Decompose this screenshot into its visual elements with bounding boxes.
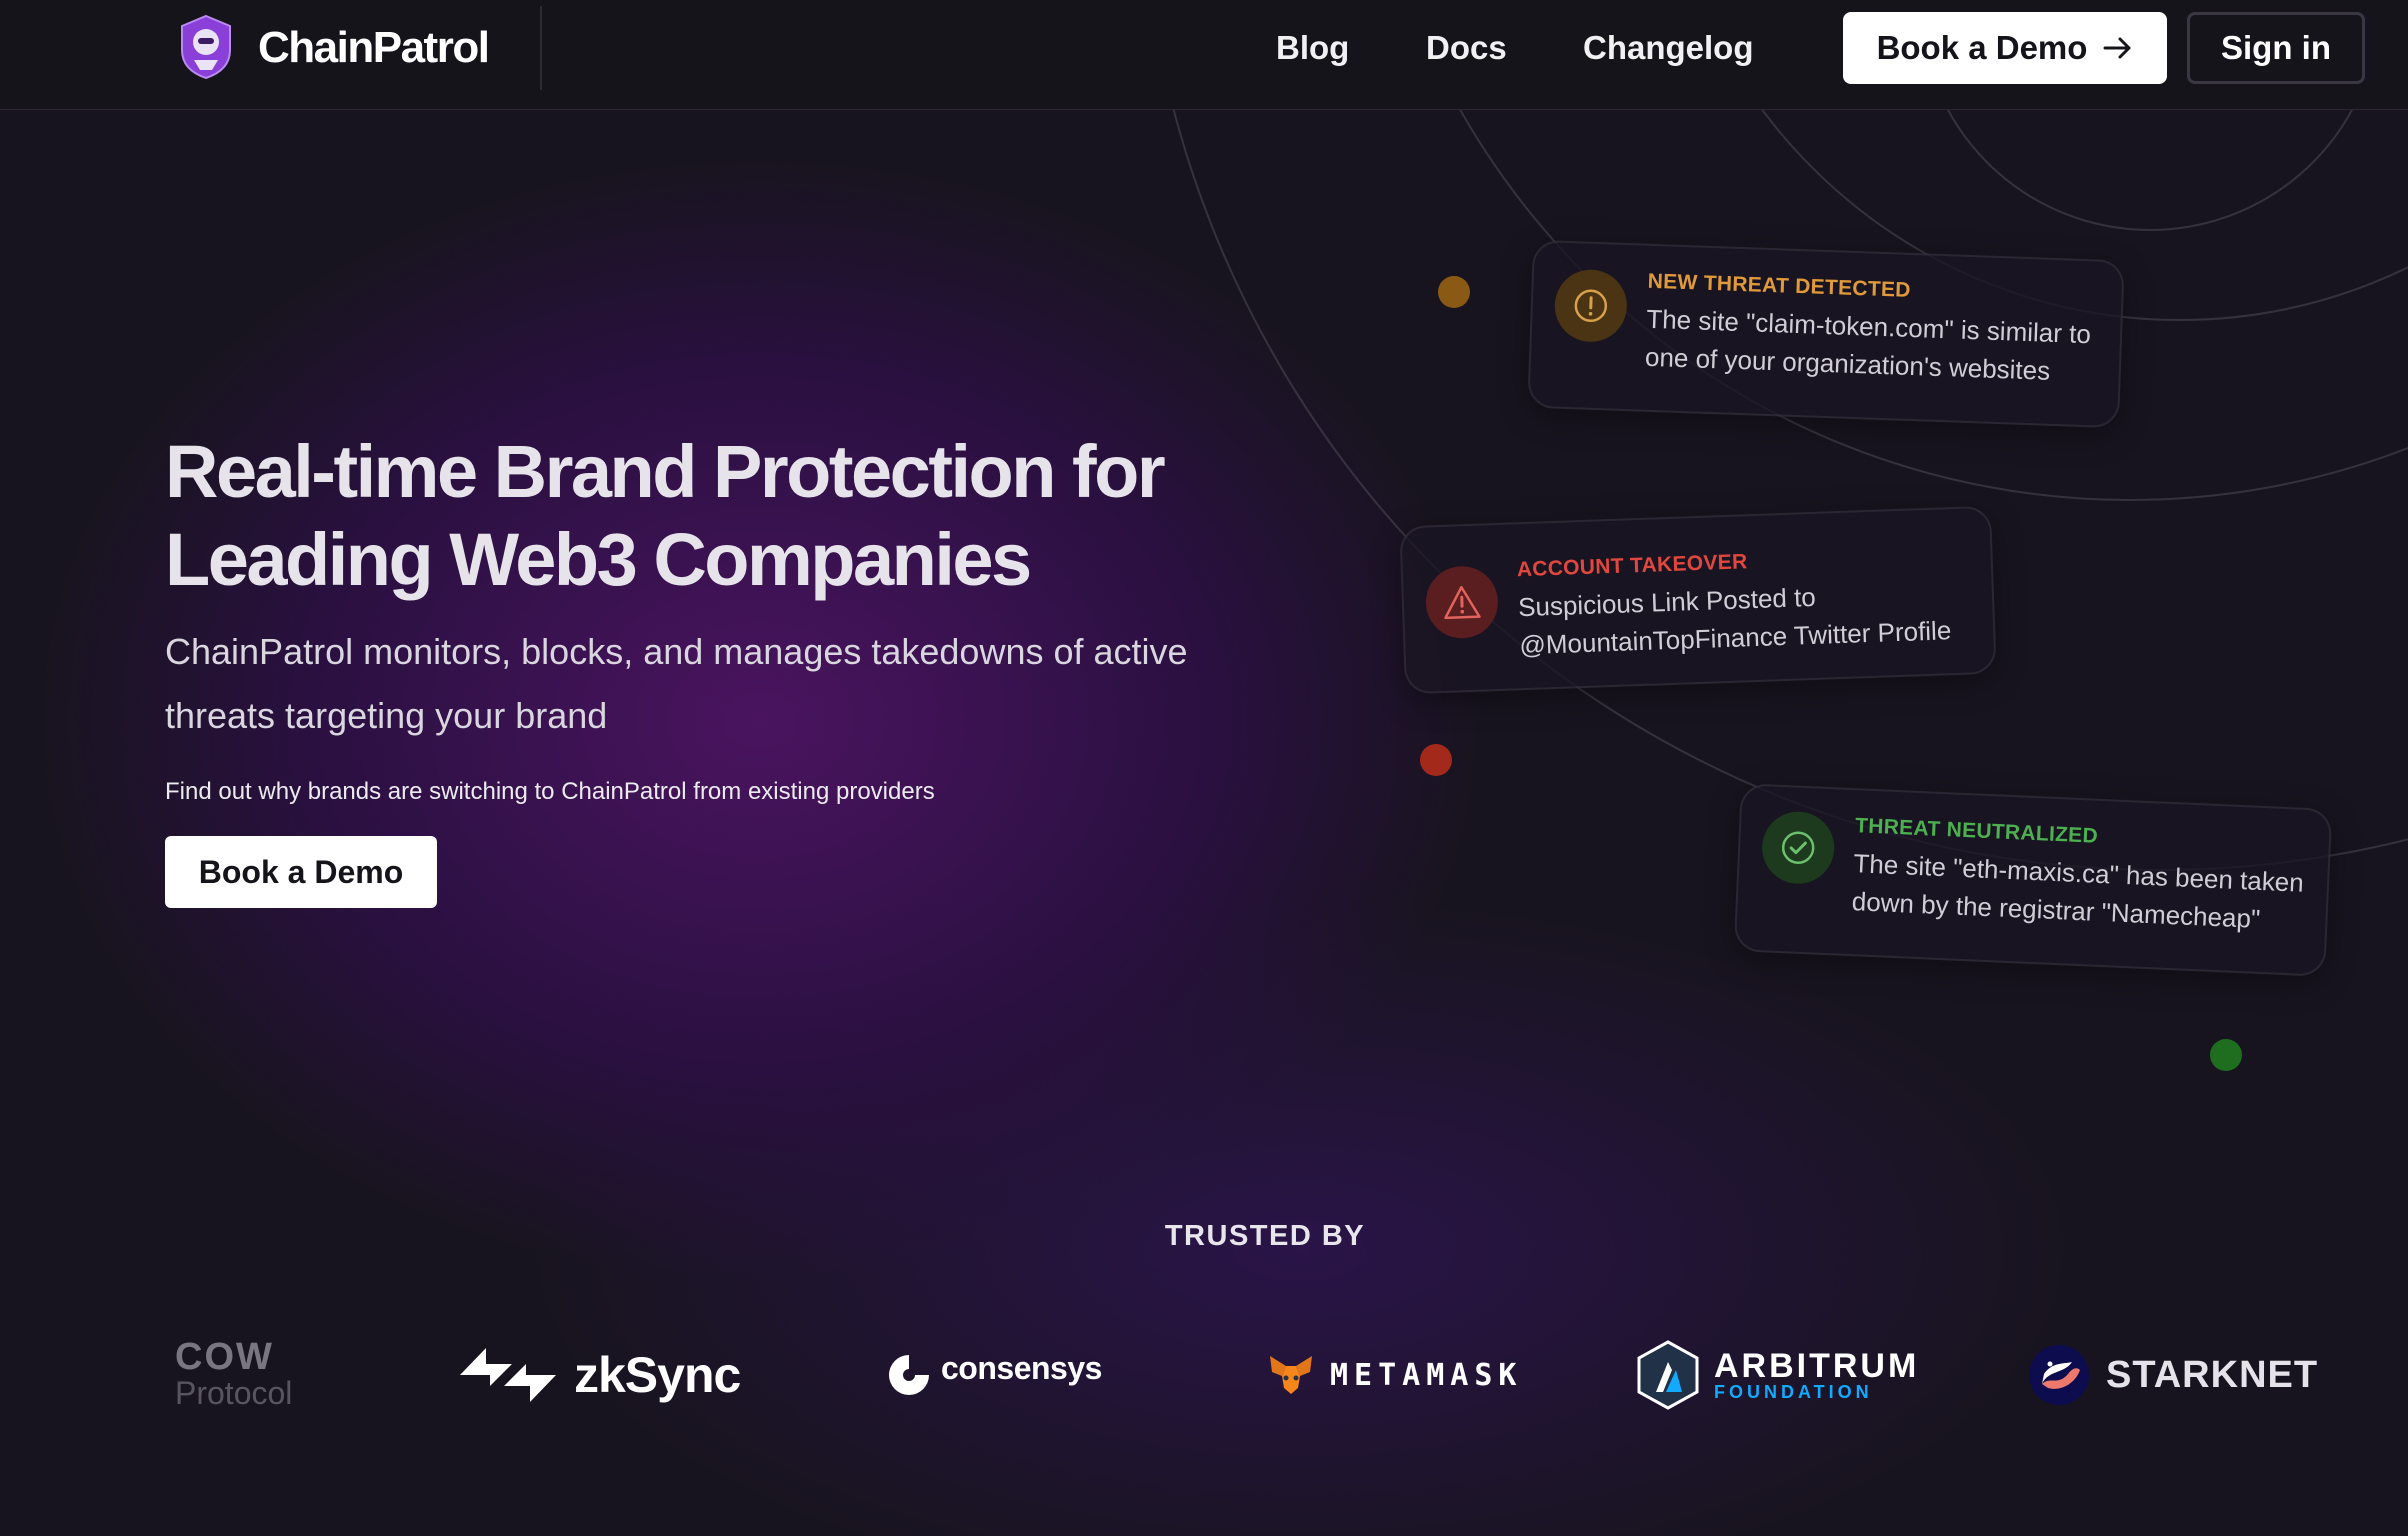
notification-card-threat-neutralized: THREAT NEUTRALIZED The site "eth-maxis.c… bbox=[1733, 783, 2333, 977]
nav-link-docs[interactable]: Docs bbox=[1426, 26, 1507, 70]
card-message: The site "claim-token.com" is similar to… bbox=[1644, 303, 2092, 386]
starknet-logo-text: STARKNET bbox=[2106, 1353, 2319, 1396]
card-tag: ACCOUNT TAKEOVER bbox=[1516, 550, 1748, 582]
check-circle-icon bbox=[1781, 831, 1815, 864]
cow-logo-text: COW bbox=[175, 1336, 274, 1378]
arbitrum-logo-text: ARBITRUM bbox=[1714, 1347, 1920, 1385]
arbitrum-logo-subtext: FOUNDATION bbox=[1714, 1382, 1873, 1402]
card-tag: NEW THREAT DETECTED bbox=[1647, 269, 1912, 302]
hero-title-line-2: Leading Web3 Companies bbox=[165, 518, 1032, 601]
logo-metamask: METAMASK bbox=[1268, 1330, 1523, 1420]
orbit-dot-orange bbox=[1438, 276, 1470, 308]
nav-link-blog[interactable]: Blog bbox=[1276, 26, 1349, 70]
logo-cow-protocol: COW Protocol bbox=[175, 1330, 292, 1420]
logo-arbitrum-foundation: ARBITRUM FOUNDATION bbox=[1636, 1330, 1919, 1420]
warning-triangle-badge bbox=[1424, 565, 1500, 640]
book-demo-label: Book a Demo bbox=[1876, 29, 2088, 66]
brand-name[interactable]: ChainPatrol bbox=[258, 22, 490, 74]
nav-link-changelog[interactable]: Changelog bbox=[1583, 26, 1754, 70]
orbit-dot-red bbox=[1420, 744, 1452, 776]
arrow-right-icon bbox=[2103, 37, 2131, 59]
alert-circle-badge bbox=[1553, 268, 1629, 344]
check-circle-badge bbox=[1760, 810, 1836, 886]
trusted-by-heading: TRUSTED BY bbox=[1164, 1220, 1366, 1252]
hero-subtitle: ChainPatrol monitors, blocks, and manage… bbox=[165, 631, 1188, 736]
alert-circle-icon bbox=[1574, 289, 1608, 323]
card-message: Suspicious Link Posted to @MountainTopFi… bbox=[1517, 581, 1952, 661]
metamask-logo-text: METAMASK bbox=[1330, 1357, 1523, 1393]
zksync-arrows-icon bbox=[460, 1348, 556, 1402]
book-demo-hero-button[interactable]: Book a Demo bbox=[165, 836, 437, 908]
orbit-dot-green bbox=[2210, 1039, 2242, 1071]
arbitrum-text-block: ARBITRUM FOUNDATION bbox=[1714, 1349, 1919, 1401]
metamask-fox-icon bbox=[1270, 1356, 1312, 1394]
logo-consensys: consensys bbox=[885, 1330, 1102, 1420]
logo-starknet: STARKNET bbox=[2028, 1330, 2318, 1420]
hero-note: Find out why brands are switching to Cha… bbox=[165, 778, 935, 805]
warning-triangle-icon bbox=[1444, 585, 1481, 620]
sign-in-button[interactable]: Sign in bbox=[2187, 12, 2365, 84]
chainpatrol-logo-icon[interactable] bbox=[178, 14, 234, 80]
hero-title-line-1: Real-time Brand Protection for bbox=[165, 430, 1166, 513]
orbit-lines bbox=[1150, 0, 2408, 871]
cow-logo-subtext: Protocol bbox=[175, 1375, 293, 1411]
notification-card-new-threat: NEW THREAT DETECTED The site "claim-toke… bbox=[1527, 239, 2125, 429]
consensys-logo-text: consensys bbox=[941, 1349, 1102, 1386]
starknet-mark-icon bbox=[2029, 1345, 2089, 1405]
zksync-logo-text: zkSync bbox=[574, 1347, 741, 1403]
consensys-mark-icon bbox=[889, 1355, 929, 1395]
logo-zksync: zkSync bbox=[460, 1330, 741, 1420]
book-demo-nav-button[interactable]: Book a Demo bbox=[1843, 12, 2167, 84]
arbitrum-hex-icon bbox=[1637, 1340, 1699, 1410]
hero-title: Real-time Brand Protection for Leading W… bbox=[165, 428, 1265, 604]
card-message: The site "eth-maxis.ca" has been taken d… bbox=[1851, 848, 2305, 934]
notification-card-account-takeover: ACCOUNT TAKEOVER Suspicious Link Posted … bbox=[1399, 505, 1997, 695]
nav-divider bbox=[540, 6, 542, 90]
